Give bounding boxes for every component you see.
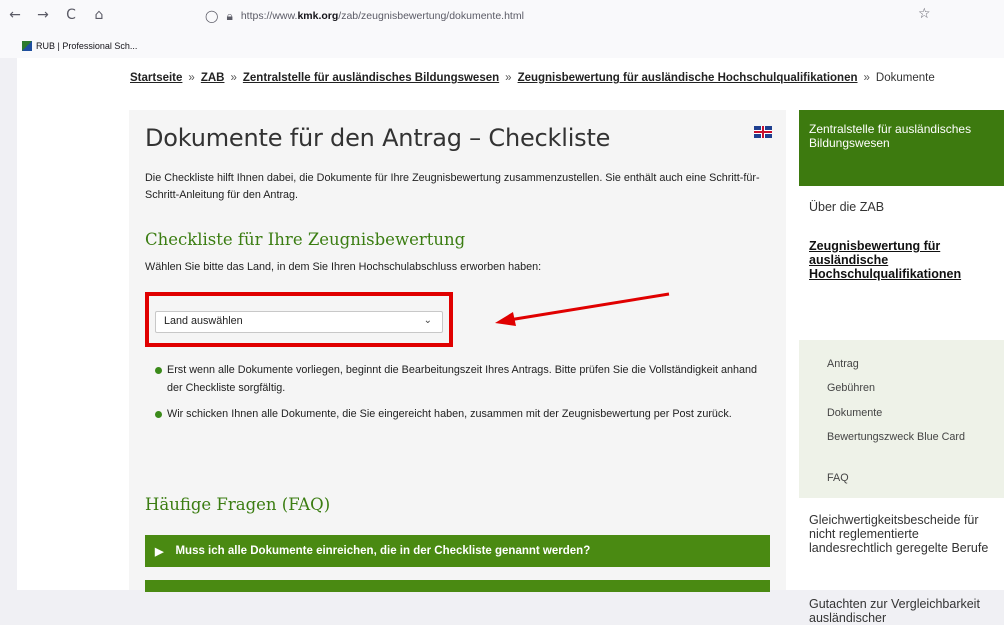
triangle-right-icon: ▶	[155, 545, 164, 558]
forward-icon[interactable]: →	[36, 7, 50, 23]
info-list: Erst wenn alle Dokumente vorliegen, begi…	[155, 362, 770, 433]
breadcrumb-current: Dokumente	[875, 72, 935, 84]
sidebar-item-gutachten[interactable]: Gutachten zur Vergleichbarkeit ausländis…	[809, 597, 1004, 625]
url-text[interactable]: https://www.kmk.org/zab/zeugnisbewertung…	[241, 10, 524, 22]
list-item: Wir schicken Ihnen alle Dokumente, die S…	[155, 406, 770, 424]
breadcrumb-separator: »	[863, 72, 870, 84]
subnav-item[interactable]: Bewertungszweck Blue Card	[827, 431, 992, 444]
reload-icon[interactable]: C	[64, 7, 78, 23]
bookmark-favicon-icon	[22, 41, 32, 51]
sidebar-header[interactable]: Zentralstelle für ausländisches Bildungs…	[799, 110, 1004, 186]
breadcrumb: Startseite » ZAB » Zentralstelle für ausländ…	[130, 72, 935, 84]
subnav-item[interactable]: Dokumente	[827, 407, 992, 420]
sidebar-item-gleichwertigkeit[interactable]: Gleichwertigkeitsbescheide für nicht reg…	[809, 513, 1004, 555]
subnav-item[interactable]: FAQ	[827, 472, 992, 485]
bookmark-label: RUB | Professional Sch...	[36, 41, 138, 51]
web-page: Startseite » ZAB » Zentralstelle für ausländ…	[17, 58, 1004, 625]
breadcrumb-separator: »	[188, 72, 195, 84]
sidebar-item-active[interactable]: Zeugnisbewertung für ausländische Hochsc…	[809, 239, 1004, 281]
back-icon[interactable]: ←	[8, 7, 22, 23]
chevron-down-icon: ⌄	[423, 315, 432, 326]
shield-icon: ◯	[205, 9, 219, 23]
breadcrumb-separator: »	[230, 72, 237, 84]
address-bar[interactable]: ◯ 🔒︎ https://www.kmk.org/zab/zeugnisbewe…	[205, 4, 950, 28]
sidebar: Zentralstelle für ausländisches Bildungs…	[799, 110, 1004, 625]
subnav-item[interactable]: Gebühren	[827, 382, 992, 395]
country-select[interactable]: Land auswählen ⌄	[155, 311, 443, 333]
lock-icon: 🔒︎	[226, 8, 233, 23]
bookmark-item[interactable]: RUB | Professional Sch...	[22, 41, 137, 51]
list-item: Erst wenn alle Dokumente vorliegen, begi…	[155, 362, 770, 397]
country-select-value: Land auswählen	[164, 315, 243, 327]
intro-text: Die Checkliste hilft Ihnen dabei, die Do…	[145, 172, 760, 201]
breadcrumb-separator: »	[505, 72, 512, 84]
checklist-heading: Checkliste für Ihre Zeugnisbewertung	[145, 230, 466, 249]
faq-accordion-item[interactable]: ▶ Muss ich alle Dokumente einreichen, di…	[145, 535, 770, 567]
faq-question: Muss ich alle Dokumente einreichen, die …	[175, 545, 591, 557]
breadcrumb-link[interactable]: Zeugnisbewertung für ausländische Hochsc…	[518, 72, 858, 84]
sidebar-item-about[interactable]: Über die ZAB	[809, 200, 884, 214]
subnav-item[interactable]: Antrag	[827, 358, 992, 371]
browser-chrome: ← → C ⌂ ◯ 🔒︎ https://www.kmk.org/zab/zeu…	[0, 0, 1004, 58]
home-icon[interactable]: ⌂	[92, 7, 106, 23]
breadcrumb-link[interactable]: Zentralstelle für ausländisches Bildungs…	[243, 72, 499, 84]
breadcrumb-link[interactable]: ZAB	[201, 72, 225, 84]
nav-buttons: ← → C ⌂	[8, 7, 106, 23]
bullet-icon	[155, 367, 162, 374]
page-title: Dokumente für den Antrag – Checkliste	[145, 124, 611, 152]
red-arrow	[495, 292, 670, 326]
choose-country-text: Wählen Sie bitte das Land, in dem Sie Ih…	[145, 261, 542, 273]
star-icon[interactable]: ☆	[918, 6, 931, 22]
faq-heading: Häufige Fragen (FAQ)	[145, 495, 331, 514]
main-content: Dokumente für den Antrag – Checkliste Di…	[129, 110, 786, 592]
bullet-icon	[155, 411, 162, 418]
uk-flag-icon[interactable]	[754, 126, 772, 138]
breadcrumb-link[interactable]: Startseite	[130, 72, 182, 84]
sidebar-subnav: Antrag Gebühren Dokumente Bewertungszwec…	[799, 340, 1004, 498]
faq-accordion-item[interactable]	[145, 580, 770, 592]
